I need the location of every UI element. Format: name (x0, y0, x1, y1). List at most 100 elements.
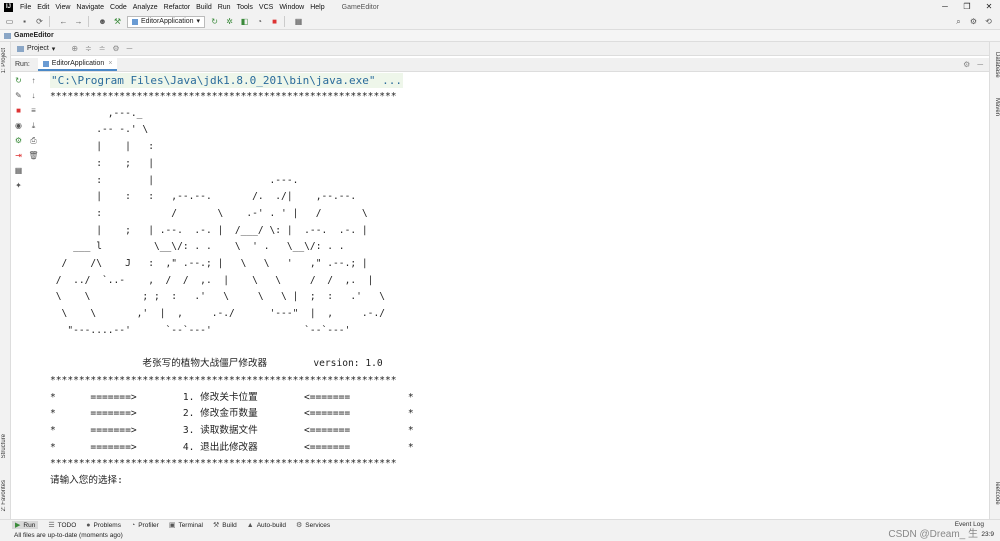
vcs-icon[interactable]: ▦ (293, 16, 304, 27)
print-icon[interactable]: ⎙ (28, 135, 39, 146)
minimize-icon[interactable]: ─ (934, 0, 956, 14)
watermark: CSDN @Dream_ 生 (888, 529, 978, 540)
menu-tools[interactable]: Tools (234, 4, 256, 11)
project-panel-header: Project ▾ ⊕ ≑ ≐ ⚙ ─ (11, 42, 989, 56)
build-hammer-icon: ⚒ (213, 522, 220, 529)
gear-icon[interactable]: ⚙ (963, 60, 970, 69)
ascii-art-line: ___ l \__\/: . . \ ' . \__\/: . . (50, 241, 345, 253)
favorites-tool-tab[interactable]: 2: Favorites (1, 480, 10, 511)
window-title: GameEditor (341, 3, 379, 11)
menu-help[interactable]: Help (307, 4, 327, 11)
coverage-icon[interactable]: ◧ (239, 16, 250, 27)
run-panel-label: Run: (15, 61, 30, 68)
run-tab-editor-application[interactable]: EditorApplication × (37, 58, 118, 71)
menu-vcs[interactable]: VCS (256, 4, 276, 11)
pin-icon[interactable]: ✦ (13, 180, 24, 191)
forward-arrow-icon[interactable]: → (73, 16, 84, 27)
app-config-icon (42, 60, 49, 67)
bottom-tab-profiler[interactable]: ◔ Profiler (131, 522, 159, 529)
breadcrumb-project[interactable]: GameEditor (14, 32, 54, 39)
chevron-down-icon: ▾ (51, 45, 56, 53)
profile-icon[interactable]: ◔ (254, 16, 265, 27)
debug-icon[interactable]: ✲ (224, 16, 235, 27)
up-arrow-icon[interactable]: ↑ (28, 75, 39, 86)
leetcode-tool-tab[interactable]: leetcode (991, 482, 1000, 505)
main-toolbar: ▭ ▪ ⟳ ← → ☻ ⚒ EditorApplication ▾ ↻ ✲ ◧ … (0, 14, 1000, 30)
app-logo-icon: IJ (4, 2, 13, 12)
ascii-art-line: .-- -.' \ (50, 124, 149, 136)
ascii-art-line: \ \ ,' | , .-./ '---" | , .-./ (50, 308, 386, 320)
close-icon[interactable]: ✕ (978, 0, 1000, 14)
hide-panel-icon[interactable]: ─ (127, 44, 133, 53)
menu-view[interactable]: View (52, 4, 73, 11)
rerun-icon[interactable]: ↻ (209, 16, 220, 27)
user-icon[interactable]: ☻ (97, 16, 108, 27)
project-label: Project (27, 45, 49, 52)
bottom-tab-todo[interactable]: ☰ TODO (48, 521, 76, 530)
sync-icon[interactable]: ⟳ (34, 16, 45, 27)
menu-navigate[interactable]: Navigate (73, 4, 107, 11)
bottom-tab-run[interactable]: ▶ Run (12, 521, 39, 529)
gear-icon[interactable]: ⚙ (112, 44, 119, 53)
console-stars-mid: ****************************************… (50, 374, 397, 386)
profiler-icon: ◔ (130, 521, 136, 529)
down-arrow-icon[interactable]: ↓ (28, 90, 39, 101)
console-output[interactable]: "C:\Program Files\Java\jdk1.8.0_201\bin\… (44, 72, 984, 516)
open-folder-icon[interactable]: ▭ (4, 16, 15, 27)
folder-icon (17, 45, 24, 52)
hide-panel-icon[interactable]: ─ (977, 60, 983, 69)
run-tab-label: EditorApplication (51, 60, 105, 67)
locate-icon[interactable]: ⊕ (71, 44, 78, 53)
trash-icon[interactable]: 🗑 (28, 150, 39, 161)
bottom-tab-services[interactable]: ⚙ Services (295, 521, 330, 530)
rerun-icon[interactable]: ↻ (13, 75, 24, 86)
scroll-to-end-icon[interactable]: ⤓ (28, 120, 39, 131)
project-tool-tab[interactable]: 1: Project (1, 48, 10, 73)
stop-icon[interactable]: ■ (13, 105, 24, 116)
update-icon[interactable]: ⟲ (983, 16, 994, 27)
restore-icon[interactable]: ❐ (956, 0, 978, 14)
collapse-all-icon[interactable]: ≐ (99, 44, 106, 53)
soft-wrap-icon[interactable]: ≡ (28, 105, 39, 116)
menu-code[interactable]: Code (107, 4, 130, 11)
stop-icon[interactable]: ■ (269, 16, 280, 27)
menu-window[interactable]: Window (276, 4, 307, 11)
menu-analyze[interactable]: Analyze (130, 4, 161, 11)
layout-icon[interactable]: ▦ (13, 165, 24, 176)
run-config-selector[interactable]: EditorApplication ▾ (127, 15, 206, 28)
wrench-icon[interactable]: ✎ (13, 90, 24, 101)
bottom-tab-terminal[interactable]: ▣ Terminal (169, 521, 203, 530)
menu-refactor[interactable]: Refactor (161, 4, 193, 11)
save-icon[interactable]: ▪ (19, 16, 30, 27)
dump-threads-icon[interactable]: ⚙ (13, 135, 24, 146)
caret-position[interactable]: 23:9 (981, 531, 994, 538)
maven-tool-tab[interactable]: Maven (991, 98, 1000, 116)
camera-icon[interactable]: ◉ (13, 120, 24, 131)
close-tab-icon[interactable]: × (108, 60, 112, 67)
console-banner-version: version: 1.0 (313, 358, 383, 370)
menu-file[interactable]: File (17, 4, 34, 11)
database-tool-tab[interactable]: Database (991, 52, 1000, 78)
project-dropdown[interactable]: Project ▾ (17, 45, 55, 53)
expand-all-icon[interactable]: ≑ (85, 44, 92, 53)
ascii-art-line: / /\ J : ," .--.; | \ \ ' ," .--.; | (50, 258, 368, 270)
search-icon[interactable]: ⌕ (953, 16, 964, 27)
back-arrow-icon[interactable]: ← (58, 16, 69, 27)
bottom-tab-auto-build[interactable]: ▲ Auto-build (247, 522, 286, 529)
bottom-tab-problems[interactable]: ● Problems (86, 522, 121, 529)
exit-icon[interactable]: ⇥ (13, 150, 24, 161)
menu-build[interactable]: Build (193, 4, 215, 11)
menu-edit[interactable]: Edit (34, 4, 52, 11)
toolbar-divider (49, 16, 50, 27)
services-icon: ⚙ (295, 522, 303, 529)
console-banner-title: 老张写的植物大战僵尸修改器 (142, 358, 268, 370)
ascii-art-line: : | .---. (50, 174, 299, 186)
menu-run[interactable]: Run (215, 4, 234, 11)
structure-tool-tab[interactable]: Structure (1, 434, 10, 458)
settings-gear-icon[interactable]: ⚙ (968, 16, 979, 27)
bottom-tab-label: Build (222, 521, 237, 529)
bottom-tab-label: Terminal (178, 521, 203, 529)
bottom-tab-build[interactable]: ⚒ Build (213, 521, 237, 530)
hammer-build-icon[interactable]: ⚒ (112, 16, 123, 27)
console-command-line: "C:\Program Files\Java\jdk1.8.0_201\bin\… (50, 73, 403, 88)
